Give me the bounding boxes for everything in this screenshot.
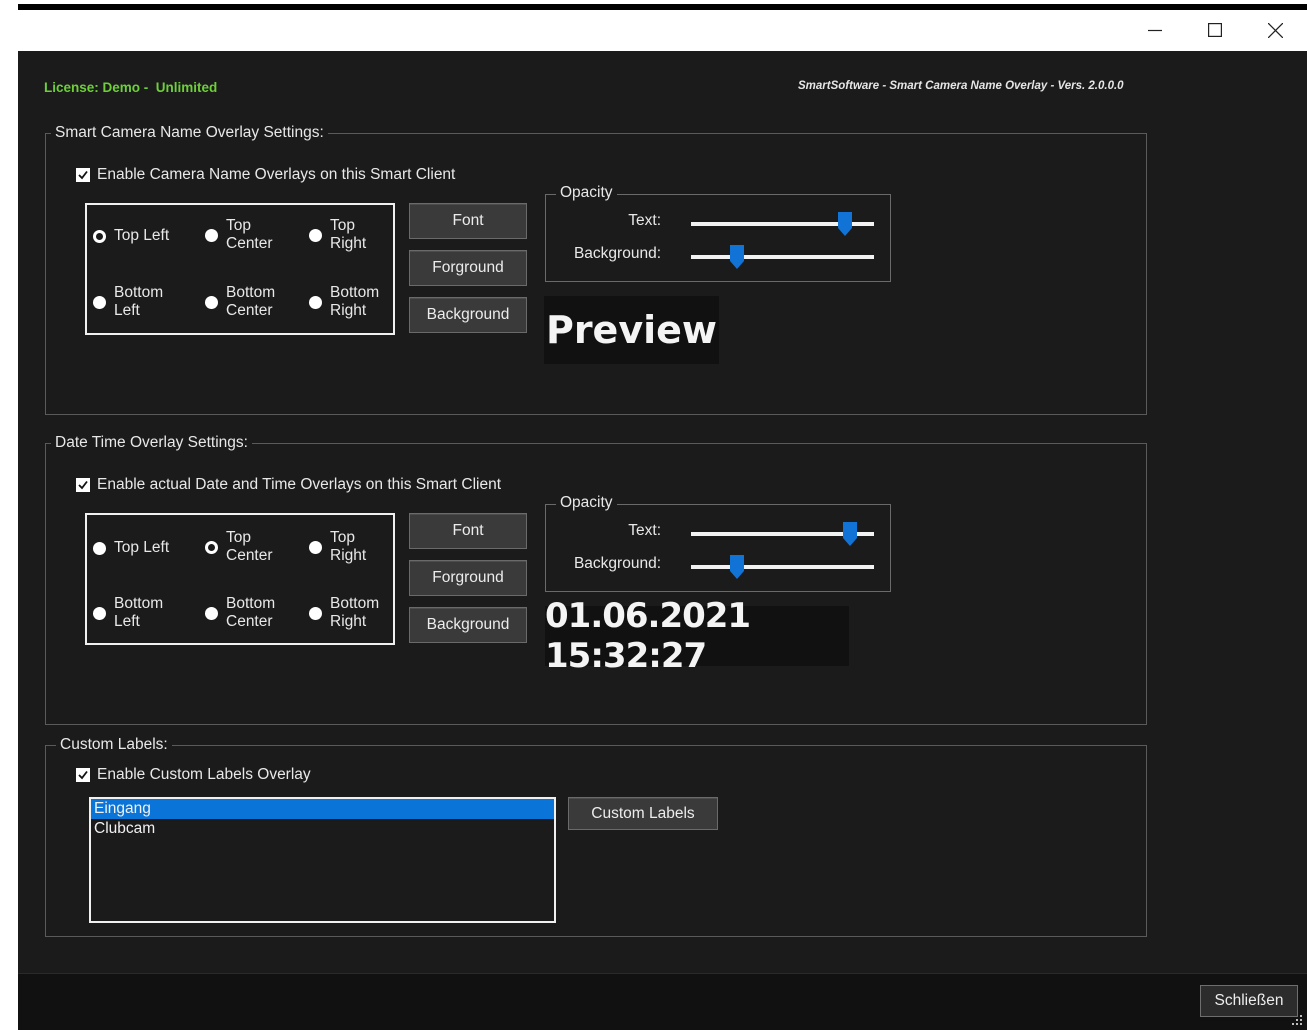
radio-bottom-right[interactable]: Bottom Right	[309, 284, 379, 320]
radio-label: Bottom Right	[330, 595, 380, 630]
camera-opacity-group: Opacity Text: Background:	[545, 184, 891, 282]
radio-icon	[309, 295, 322, 309]
text-opacity-slider-thumb[interactable]	[843, 522, 858, 546]
app-version-info: SmartSoftware - Smart Camera Name Overla…	[798, 80, 1124, 92]
radio-bottom-left[interactable]: Bottom Left	[93, 284, 163, 320]
text-opacity-label: Text:	[628, 212, 661, 229]
close-icon	[1267, 22, 1283, 38]
radio-icon	[93, 606, 106, 620]
radio-icon	[205, 295, 218, 309]
close-window-button[interactable]	[1245, 10, 1305, 50]
radio-label: Bottom Center	[226, 284, 276, 319]
date-time-legend: Date Time Overlay Settings:	[51, 434, 252, 452]
checkbox-checked-icon	[76, 478, 90, 492]
radio-top-right[interactable]: Top Right	[309, 529, 366, 565]
text-opacity-slider-thumb[interactable]	[838, 212, 853, 236]
camera-name-group-top-line	[384, 133, 1145, 134]
radio-selected-icon	[93, 229, 106, 243]
footer-bar	[18, 973, 1307, 1030]
radio-label: Top Left	[114, 227, 170, 244]
camera-name-position-group: Top Left Top Center Top Right Bottom Lef…	[85, 203, 395, 335]
background-opacity-label: Background:	[573, 555, 661, 572]
radio-label: Top Right	[330, 529, 367, 564]
radio-bottom-center[interactable]: Bottom Center	[205, 284, 275, 320]
camera-foreground-button[interactable]: Forground	[409, 250, 527, 286]
radio-label: Bottom Right	[330, 284, 380, 319]
radio-top-left[interactable]: Top Left	[93, 539, 169, 557]
custom-labels-button[interactable]: Custom Labels	[568, 797, 718, 830]
text-opacity-label: Text:	[628, 522, 661, 539]
enable-date-time-label: Enable actual Date and Time Overlays on …	[97, 476, 502, 493]
radio-label: Top Center	[226, 529, 273, 564]
radio-label: Bottom Left	[114, 595, 164, 630]
list-item[interactable]: Clubcam	[91, 819, 554, 839]
date-time-preview: 01.06.2021 15:32:27	[545, 596, 849, 676]
radio-label: Bottom Left	[114, 284, 164, 319]
radio-icon	[309, 540, 322, 554]
radio-selected-icon	[205, 540, 218, 554]
license-value: Unlimited	[155, 80, 218, 95]
opacity-legend: Opacity	[556, 184, 617, 202]
opacity-legend: Opacity	[556, 494, 617, 512]
enable-custom-labels-label: Enable Custom Labels Overlay	[97, 766, 311, 783]
radio-bottom-center[interactable]: Bottom Center	[205, 595, 275, 631]
radio-icon	[93, 295, 106, 309]
radio-icon	[309, 606, 322, 620]
camera-font-button[interactable]: Font	[409, 203, 527, 239]
radio-label: Bottom Center	[226, 595, 276, 630]
background-opacity-slider[interactable]	[691, 565, 874, 569]
background-opacity-slider-thumb[interactable]	[729, 555, 744, 579]
datetime-foreground-button[interactable]: Forground	[409, 560, 527, 596]
title-bar[interactable]	[18, 10, 1307, 51]
radio-top-center[interactable]: Top Center	[205, 529, 273, 565]
radio-top-center[interactable]: Top Center	[205, 217, 273, 253]
custom-labels-list[interactable]: Eingang Clubcam	[89, 797, 556, 923]
camera-background-button[interactable]: Background	[409, 297, 527, 333]
radio-label: Top Left	[114, 539, 170, 556]
custom-labels-legend: Custom Labels:	[56, 736, 172, 754]
checkbox-checked-icon	[76, 768, 90, 782]
enable-custom-labels-checkbox[interactable]: Enable Custom Labels Overlay	[76, 766, 311, 784]
date-time-position-group: Top Left Top Center Top Right Bottom Lef…	[85, 513, 395, 645]
enable-date-time-checkbox[interactable]: Enable actual Date and Time Overlays on …	[76, 476, 501, 494]
license-info: License: Demo - Unlimited	[44, 80, 217, 95]
radio-top-right[interactable]: Top Right	[309, 217, 366, 253]
background-opacity-label: Background:	[573, 245, 661, 262]
datetime-background-button[interactable]: Background	[409, 607, 527, 643]
list-item[interactable]: Eingang	[91, 799, 554, 819]
radio-icon	[205, 228, 218, 242]
license-label: License: Demo -	[44, 80, 149, 95]
background-opacity-slider-thumb[interactable]	[729, 245, 744, 269]
datetime-font-button[interactable]: Font	[409, 513, 527, 549]
radio-icon	[205, 606, 218, 620]
background-opacity-slider[interactable]	[691, 255, 874, 259]
maximize-button[interactable]	[1185, 10, 1245, 50]
close-button[interactable]: Schließen	[1200, 985, 1298, 1017]
checkbox-checked-icon	[76, 168, 90, 182]
radio-label: Top Right	[330, 217, 367, 252]
resize-grip-icon[interactable]	[1289, 1013, 1303, 1027]
minimize-icon	[1148, 29, 1162, 32]
camera-name-preview: Preview	[544, 296, 719, 364]
radio-bottom-right[interactable]: Bottom Right	[309, 595, 379, 631]
radio-icon	[93, 541, 106, 555]
datetime-opacity-group: Opacity Text: Background:	[545, 494, 891, 592]
radio-top-left[interactable]: Top Left	[93, 227, 169, 245]
enable-camera-name-checkbox[interactable]: Enable Camera Name Overlays on this Smar…	[76, 166, 455, 184]
radio-icon	[309, 228, 322, 242]
enable-camera-name-label: Enable Camera Name Overlays on this Smar…	[97, 166, 456, 183]
radio-label: Top Center	[226, 217, 273, 252]
radio-bottom-left[interactable]: Bottom Left	[93, 595, 163, 631]
camera-name-legend: Smart Camera Name Overlay Settings:	[51, 124, 328, 142]
maximize-icon	[1208, 23, 1222, 37]
minimize-button[interactable]	[1125, 10, 1185, 50]
